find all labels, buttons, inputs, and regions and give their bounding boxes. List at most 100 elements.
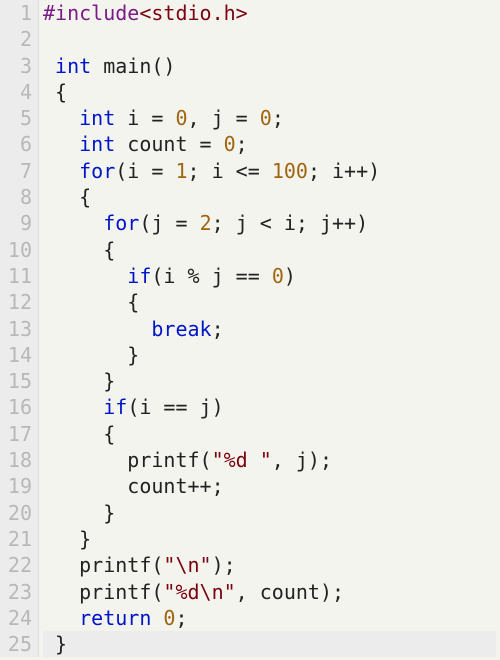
code-line: } — [43, 342, 496, 368]
token-op: { — [43, 290, 139, 314]
token-op: } — [43, 369, 115, 393]
token-op: printf( — [43, 580, 163, 604]
token-hdr: "\n" — [163, 553, 211, 577]
token-op: { — [43, 422, 115, 446]
token-num: 0 — [224, 132, 236, 156]
code-line: #include<stdio.h> — [43, 0, 496, 26]
token-kw: if — [127, 264, 151, 288]
token-kw: if — [103, 395, 127, 419]
code-area[interactable]: #include<stdio.h> int main() { int i = 0… — [39, 0, 500, 657]
code-line: } — [43, 631, 496, 657]
line-number: 22 — [4, 552, 32, 578]
token-op: ; — [236, 132, 248, 156]
code-line: count++; — [43, 473, 496, 499]
token-op — [151, 606, 163, 630]
token-op — [43, 317, 151, 341]
token-op: (i == j) — [127, 395, 223, 419]
line-number: 2 — [4, 26, 32, 52]
token-op: printf( — [43, 448, 212, 472]
code-line: break; — [43, 316, 496, 342]
code-line: printf("\n"); — [43, 552, 496, 578]
token-op: { — [43, 185, 91, 209]
code-line: } — [43, 526, 496, 552]
token-kw: return — [79, 606, 151, 630]
token-kw: break — [151, 317, 211, 341]
token-op: , j); — [272, 448, 332, 472]
token-op — [43, 159, 79, 183]
token-op: , j = — [188, 106, 260, 130]
code-line: { — [43, 289, 496, 315]
line-number: 25 — [4, 631, 32, 657]
line-number: 17 — [4, 421, 32, 447]
token-op: ; — [212, 317, 224, 341]
code-line — [43, 26, 496, 52]
line-number: 8 — [4, 184, 32, 210]
line-number: 3 — [4, 53, 32, 79]
code-line: int count = 0; — [43, 131, 496, 157]
line-number-gutter: 1234567891011121314151617181920212223242… — [0, 0, 39, 657]
token-op — [43, 211, 103, 235]
code-line: for(i = 1; i <= 100; i++) — [43, 158, 496, 184]
line-number: 6 — [4, 131, 32, 157]
line-number: 18 — [4, 447, 32, 473]
line-number: 1 — [4, 0, 32, 26]
line-number: 11 — [4, 263, 32, 289]
token-op: (j = — [139, 211, 199, 235]
code-line: int main() — [43, 53, 496, 79]
line-number: 19 — [4, 473, 32, 499]
token-kw: int — [79, 132, 115, 156]
token-kw: for — [103, 211, 139, 235]
token-op — [43, 54, 55, 78]
token-num: 0 — [163, 606, 175, 630]
token-op: , count); — [236, 580, 344, 604]
code-line: for(j = 2; j < i; j++) — [43, 210, 496, 236]
code-line: { — [43, 237, 496, 263]
line-number: 4 — [4, 79, 32, 105]
token-op: } — [43, 527, 91, 551]
token-op: ; j < i; j++) — [212, 211, 369, 235]
line-number: 24 — [4, 605, 32, 631]
token-op: (i % j == — [151, 264, 271, 288]
token-num: 100 — [272, 159, 308, 183]
token-op: } — [43, 632, 67, 656]
token-num: 2 — [200, 211, 212, 235]
token-pp: #include — [43, 1, 139, 25]
code-line: return 0; — [43, 605, 496, 631]
code-line: printf("%d\n", count); — [43, 579, 496, 605]
token-op: count++; — [43, 474, 224, 498]
token-op: } — [43, 501, 115, 525]
token-op: count = — [115, 132, 223, 156]
token-num: 1 — [175, 159, 187, 183]
line-number: 12 — [4, 289, 32, 315]
token-op: { — [43, 238, 115, 262]
line-number: 10 — [4, 237, 32, 263]
token-op: { — [43, 80, 67, 104]
code-line: { — [43, 79, 496, 105]
line-number: 16 — [4, 394, 32, 420]
token-kw: int — [79, 106, 115, 130]
token-num: 0 — [260, 106, 272, 130]
code-line: printf("%d ", j); — [43, 447, 496, 473]
code-line: } — [43, 368, 496, 394]
token-op — [43, 606, 79, 630]
code-line: { — [43, 184, 496, 210]
token-op: ; — [272, 106, 284, 130]
code-line: } — [43, 500, 496, 526]
token-op — [43, 106, 79, 130]
code-line: if(i % j == 0) — [43, 263, 496, 289]
token-op: () — [151, 54, 175, 78]
code-line: if(i == j) — [43, 394, 496, 420]
token-kw: for — [79, 159, 115, 183]
line-number: 5 — [4, 105, 32, 131]
token-num: 0 — [272, 264, 284, 288]
token-op: ; i++) — [308, 159, 380, 183]
token-hdr: "%d " — [212, 448, 272, 472]
token-op — [43, 132, 79, 156]
token-num: 0 — [175, 106, 187, 130]
token-op: i = — [115, 106, 175, 130]
token-fn: main — [103, 54, 151, 78]
line-number: 13 — [4, 316, 32, 342]
line-number: 14 — [4, 342, 32, 368]
token-op: } — [43, 343, 139, 367]
line-number: 20 — [4, 500, 32, 526]
